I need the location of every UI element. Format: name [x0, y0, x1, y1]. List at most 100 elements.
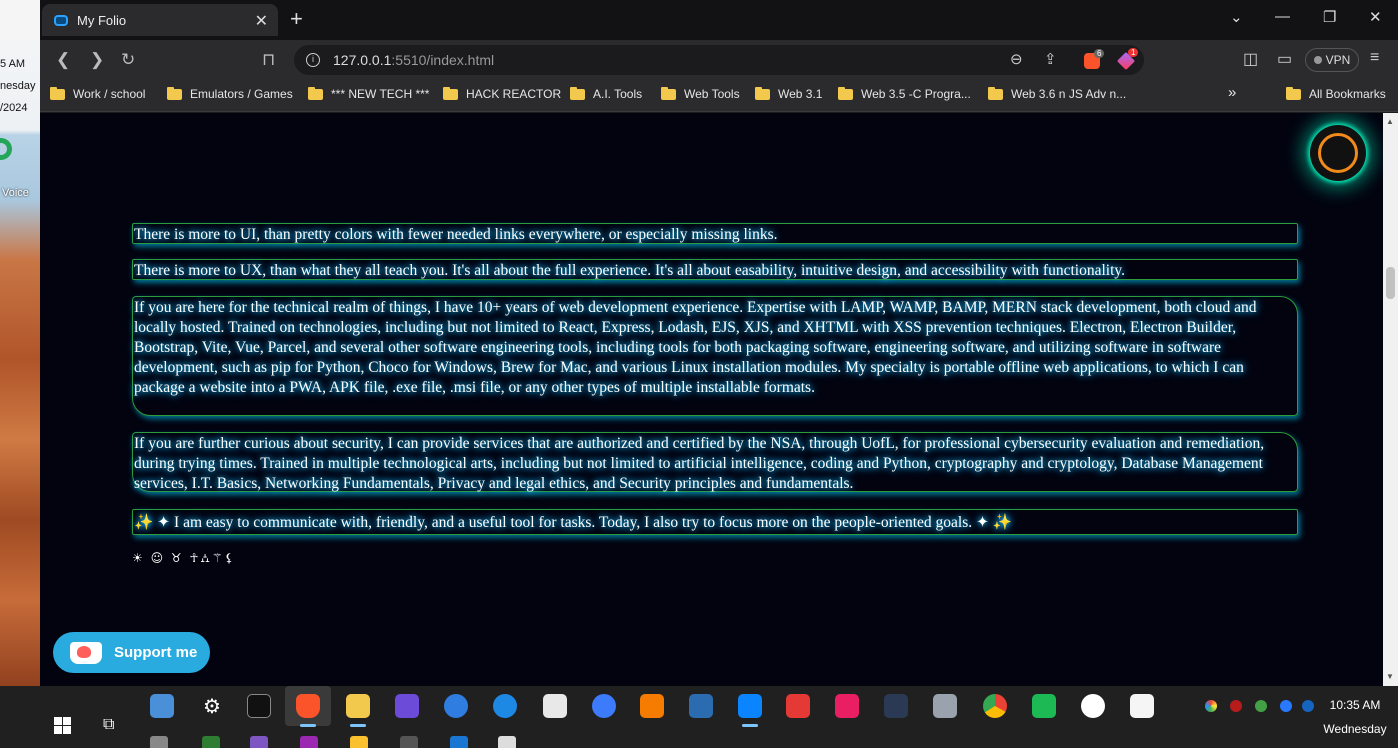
kofi-cup-icon [70, 641, 102, 664]
task-view-icon[interactable]: ⧉ [103, 716, 114, 734]
powershell-icon[interactable] [689, 694, 713, 718]
forward-button[interactable]: ❯ [90, 50, 104, 70]
bookmark-label: Emulators / Games [190, 87, 293, 101]
pinned-app-icon[interactable] [150, 736, 168, 748]
signal-icon[interactable] [592, 694, 616, 718]
remote-desktop-icon[interactable] [933, 694, 957, 718]
mail-icon[interactable] [395, 694, 419, 718]
bluetooth-icon[interactable] [1302, 700, 1314, 712]
sidebar-toggle-icon[interactable]: ◫ [1243, 49, 1258, 69]
bookmark-folder[interactable]: *** NEW TECH *** [308, 86, 430, 101]
tray-shield-icon[interactable] [1230, 700, 1242, 712]
settings-icon[interactable]: ⚙ [200, 694, 224, 718]
pinned-app-icon[interactable] [350, 736, 368, 748]
theme-orb-icon[interactable] [1310, 125, 1366, 181]
bookmark-label: Web Tools [684, 87, 740, 101]
virtualbox-icon[interactable] [884, 694, 908, 718]
tray-color-icon[interactable] [1205, 700, 1217, 712]
bookmark-folder[interactable]: Web 3.6 n JS Adv n... [988, 86, 1127, 101]
tab-close-icon[interactable]: ✕ [255, 11, 268, 31]
folder-icon [167, 86, 182, 100]
share-icon[interactable]: ⇪ [1044, 50, 1057, 68]
taskbar-clock[interactable]: 10:35 AM Wednesday [1320, 698, 1390, 736]
tray-vpn-icon[interactable] [1255, 700, 1267, 712]
scroll-thumb[interactable] [1386, 267, 1395, 299]
pinned-app-icon[interactable] [300, 736, 318, 748]
bookmark-label: Web 3.5 -C Progra... [861, 87, 971, 101]
bookmark-label: A.I. Tools [593, 87, 643, 101]
support-me-button[interactable]: Support me [53, 632, 210, 673]
ux-paragraph: There is more to UX, than what they all … [132, 259, 1298, 280]
notepad-icon[interactable] [1130, 694, 1154, 718]
bookmark-folder[interactable]: Web Tools [661, 86, 740, 101]
bookmark-label: HACK REACTOR [466, 87, 562, 101]
bookmark-icon[interactable]: ⊓ [262, 50, 275, 70]
rewards-count-badge: 1 [1128, 48, 1139, 57]
pinned-app-icon[interactable] [400, 736, 418, 748]
page-scrollbar[interactable]: ▲ ▼ [1383, 113, 1398, 686]
anydesk-icon[interactable] [786, 694, 810, 718]
close-window-button[interactable]: ✕ [1369, 8, 1382, 26]
scroll-up-icon[interactable]: ▲ [1386, 117, 1394, 126]
minimize-button[interactable]: — [1275, 8, 1290, 25]
support-label: Support me [114, 644, 198, 661]
desktop-shortcut-label[interactable]: Voice [2, 187, 29, 199]
menu-icon[interactable]: ≡ [1370, 49, 1379, 67]
folder-icon [838, 86, 853, 100]
browser-app-icon[interactable] [493, 694, 517, 718]
security-paragraph: If you are further curious about securit… [132, 432, 1298, 492]
scroll-down-icon[interactable]: ▼ [1386, 672, 1394, 681]
brave-browser-icon[interactable] [296, 694, 320, 718]
file-explorer-icon[interactable] [346, 694, 370, 718]
app-store-icon[interactable] [1081, 694, 1105, 718]
tray-signal-icon[interactable] [1280, 700, 1292, 712]
restore-button[interactable]: ❐ [1323, 8, 1336, 26]
xampp-icon[interactable] [640, 694, 664, 718]
bookmark-label: Work / school [73, 87, 146, 101]
tab-strip: My Folio ✕ + ⌄ — ❐ ✕ [40, 0, 1398, 40]
taskbar: ⧉ ⚙ 10:35 AM Wednesday [0, 686, 1398, 748]
tab-search-chevron-icon[interactable]: ⌄ [1230, 8, 1243, 26]
bookmark-folder[interactable]: Web 3.5 -C Progra... [838, 86, 971, 101]
bookmark-folder[interactable]: Web 3.1 [755, 86, 823, 101]
vscodium-icon[interactable] [738, 694, 762, 718]
bookmarks-overflow-button[interactable]: » [1228, 84, 1236, 101]
pinned-app-icon[interactable] [202, 736, 220, 748]
back-button[interactable]: ❮ [56, 50, 70, 70]
app-contacts-icon[interactable] [150, 694, 174, 718]
folder-icon [1286, 86, 1301, 100]
zoom-icon[interactable]: ⊖ [1010, 50, 1023, 68]
all-bookmarks-button[interactable]: All Bookmarks [1286, 86, 1386, 101]
document-icon[interactable] [543, 694, 567, 718]
bookmark-folder[interactable]: HACK REACTOR [443, 86, 562, 101]
reload-button[interactable]: ↻ [121, 50, 135, 70]
bookmark-label: Web 3.6 n JS Adv n... [1011, 87, 1127, 101]
start-button[interactable] [54, 717, 71, 734]
site-info-icon[interactable]: i [306, 53, 320, 67]
url-text[interactable]: 127.0.0.1:5510/index.html [333, 52, 494, 68]
desktop-shortcut-icon[interactable] [0, 138, 12, 160]
clock-time: 10:35 AM [1329, 698, 1381, 712]
terminal-icon[interactable] [247, 694, 271, 718]
vpn-button[interactable]: VPN [1305, 48, 1359, 72]
sync-app-icon[interactable] [1032, 694, 1056, 718]
address-bar[interactable]: i 127.0.0.1:5510/index.html ⊖ ⇪ 6 1 [294, 45, 1144, 75]
chromium-icon[interactable] [444, 694, 468, 718]
vpn-status-icon [1313, 56, 1322, 64]
bookmark-folder[interactable]: Work / school [50, 86, 146, 101]
chrome-icon[interactable] [983, 694, 1007, 718]
pinned-app-icon[interactable] [450, 736, 468, 748]
technical-paragraph: If you are here for the technical realm … [132, 296, 1298, 416]
bookmark-label: Web 3.1 [778, 87, 823, 101]
tab-my-folio[interactable]: My Folio ✕ [42, 4, 278, 36]
new-tab-button[interactable]: + [290, 6, 303, 32]
bookmark-folder[interactable]: A.I. Tools [570, 86, 643, 101]
desktop-top [0, 0, 40, 40]
pinned-app-icon[interactable] [498, 736, 516, 748]
pinned-app-icon[interactable] [250, 736, 268, 748]
bookmark-folder[interactable]: Emulators / Games [167, 86, 293, 101]
chat-app-icon[interactable] [835, 694, 859, 718]
bookmark-label: *** NEW TECH *** [331, 87, 430, 101]
site-favicon-icon [54, 14, 68, 26]
wallet-icon[interactable]: ▭ [1277, 49, 1292, 69]
